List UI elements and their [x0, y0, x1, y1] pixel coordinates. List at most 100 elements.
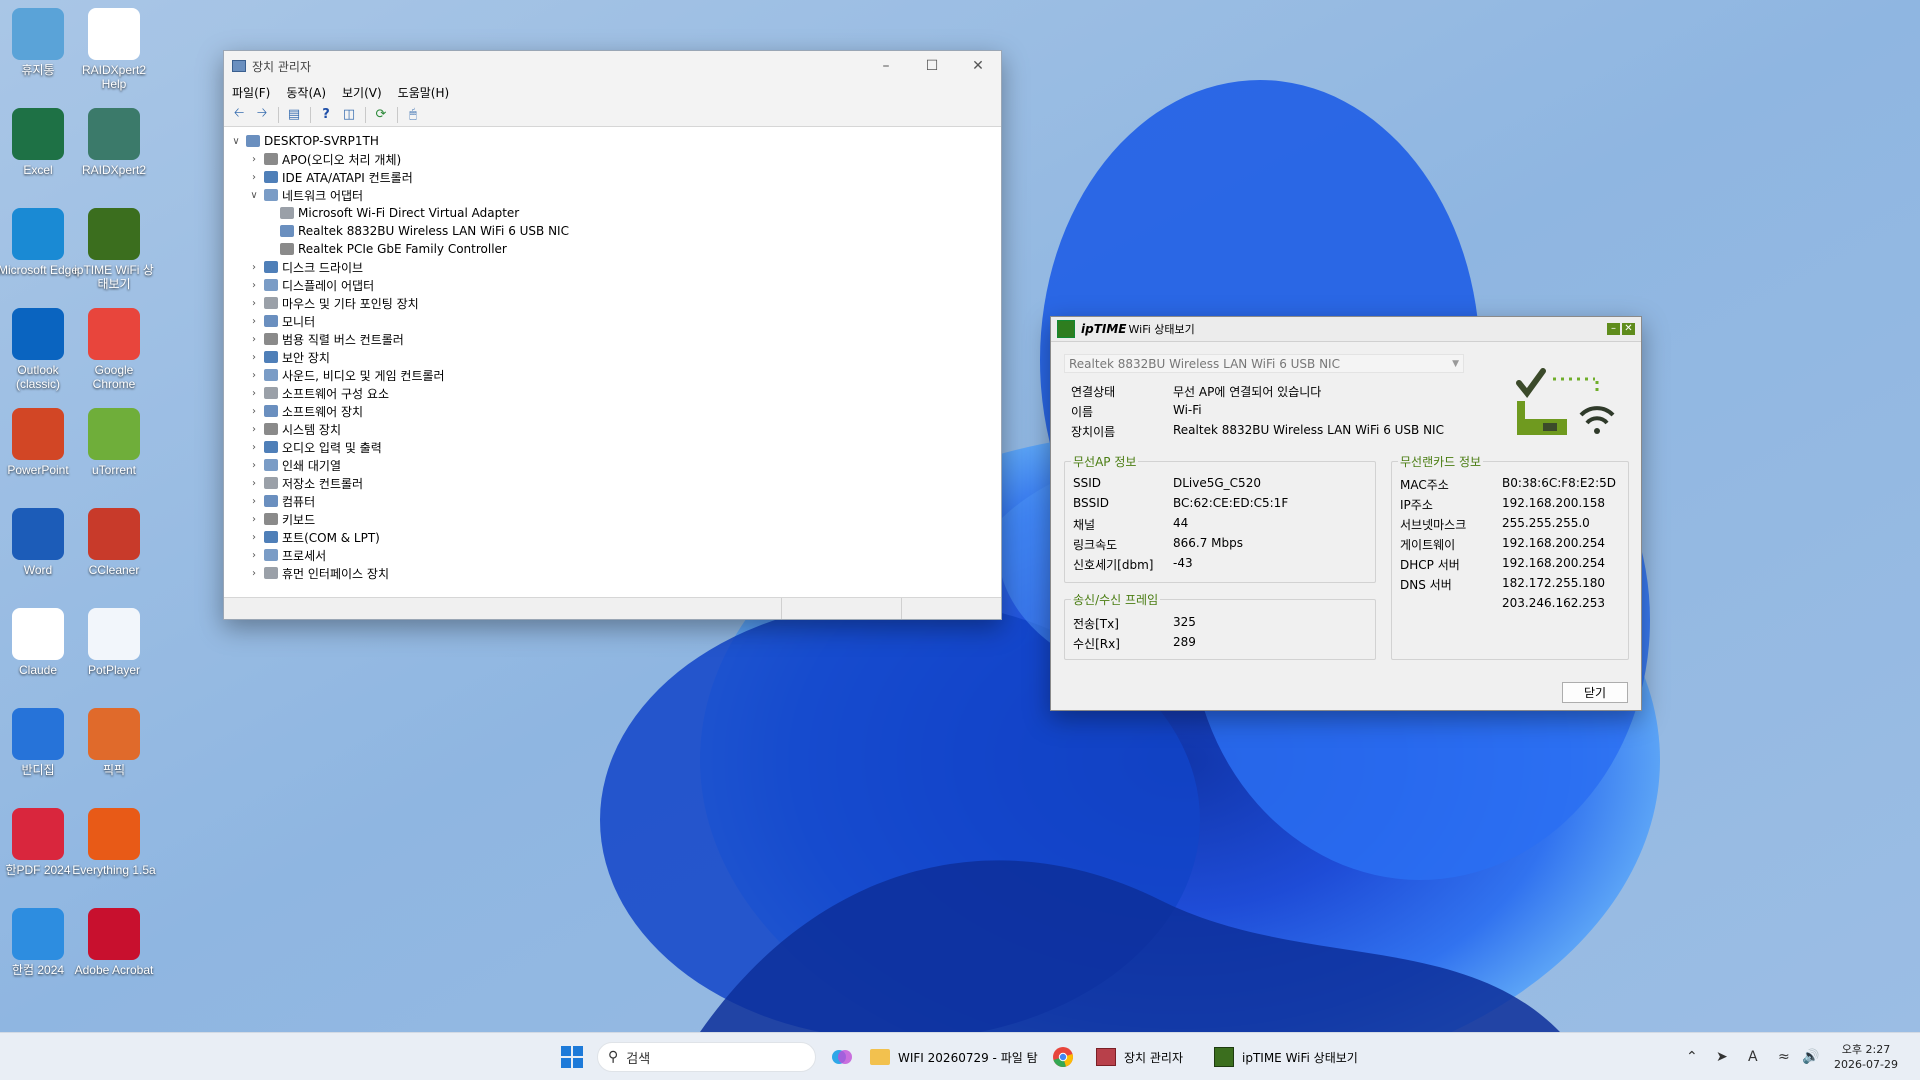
menu-action[interactable]: 동작(A): [286, 84, 326, 101]
tree-category-item[interactable]: › 포트(COM & LPT): [228, 528, 1001, 546]
tree-category-item[interactable]: › 디스플레이 어댑터: [228, 276, 1001, 294]
chevron-right-icon[interactable]: ›: [246, 478, 262, 489]
desktop-icon[interactable]: ipTIME WiFi 상태보기: [72, 208, 156, 291]
close-dialog-button[interactable]: 닫기: [1562, 682, 1628, 703]
chevron-right-icon[interactable]: ›: [246, 442, 262, 453]
copilot-button[interactable]: [826, 1033, 858, 1080]
tree-category-item[interactable]: › 모니터: [228, 312, 1001, 330]
chevron-right-icon[interactable]: ›: [246, 334, 262, 345]
wifi-icon[interactable]: ≈: [1778, 1033, 1790, 1080]
tree-category-item[interactable]: › IDE ATA/ATAPI 컨트롤러: [228, 168, 1001, 186]
system-clock[interactable]: 오후 2:27 2026-07-29: [1826, 1042, 1906, 1072]
device-tree: ∨ DESKTOP-SVRP1TH › APO(오디오 처리 개체) › IDE ATA/…: [224, 129, 1001, 597]
minimize-button[interactable]: –: [863, 51, 909, 81]
tree-category-item[interactable]: › 마우스 및 기타 포인팅 장치: [228, 294, 1001, 312]
tree-device-item[interactable]: Microsoft Wi-Fi Direct Virtual Adapter: [228, 204, 1001, 222]
chevron-right-icon[interactable]: ›: [246, 406, 262, 417]
chevron-right-icon[interactable]: ›: [246, 280, 262, 291]
desktop-icon[interactable]: Adobe Acrobat: [72, 908, 156, 977]
minimize-button[interactable]: –: [1607, 323, 1620, 335]
close-button[interactable]: ✕: [1622, 323, 1635, 335]
taskbar-app-file-explorer[interactable]: WIFI 20260729 - 파일 탐: [870, 1033, 1038, 1080]
tree-category-item[interactable]: › 프로세서: [228, 546, 1001, 564]
tree-category-item[interactable]: › 키보드: [228, 510, 1001, 528]
close-button[interactable]: ✕: [955, 51, 1001, 81]
desktop-icon[interactable]: Everything 1.5a: [72, 808, 156, 877]
desktop-icon[interactable]: Outlook (classic): [0, 308, 80, 391]
chevron-right-icon[interactable]: ›: [246, 316, 262, 327]
adapter-select[interactable]: Realtek 8832BU Wireless LAN WiFi 6 USB N…: [1064, 354, 1464, 373]
chevron-right-icon[interactable]: ›: [246, 172, 262, 183]
desktop-icon[interactable]: 반디집: [0, 708, 80, 777]
forward-icon[interactable]: 🡢: [251, 105, 273, 125]
chevron-down-icon[interactable]: ∨: [246, 190, 262, 201]
tree-category-item[interactable]: › 시스템 장치: [228, 420, 1001, 438]
desktop-icon[interactable]: Word: [0, 508, 80, 577]
tree-category-item[interactable]: › 오디오 입력 및 출력: [228, 438, 1001, 456]
chevron-right-icon[interactable]: ›: [246, 550, 262, 561]
desktop-icon[interactable]: PowerPoint: [0, 408, 80, 477]
desktop-icon[interactable]: Microsoft Edge: [0, 208, 80, 277]
chevron-right-icon[interactable]: ›: [246, 370, 262, 381]
tree-category-item[interactable]: ∨ 네트워크 어댑터: [228, 186, 1001, 204]
start-button[interactable]: [556, 1033, 588, 1080]
device-class-icon: [264, 171, 278, 183]
desktop-icon[interactable]: 한컴 2024: [0, 908, 80, 977]
location-icon[interactable]: ➤: [1716, 1033, 1728, 1080]
tree-category-item[interactable]: › 디스크 드라이브: [228, 258, 1001, 276]
back-icon[interactable]: 🡠: [228, 105, 250, 125]
desktop-icon[interactable]: 픽픽: [72, 708, 156, 777]
help-icon[interactable]: ?: [315, 105, 337, 125]
input-method-icon[interactable]: A: [1748, 1033, 1758, 1080]
update-driver-icon[interactable]: ⟳: [370, 105, 392, 125]
menu-view[interactable]: 보기(V): [342, 84, 382, 101]
tree-category-item[interactable]: › 컴퓨터: [228, 492, 1001, 510]
chevron-down-icon[interactable]: ∨: [228, 136, 244, 147]
chevron-right-icon[interactable]: ›: [246, 568, 262, 579]
desktop-icon[interactable]: Claude: [0, 608, 80, 677]
desktop-icon[interactable]: Excel: [0, 108, 80, 177]
chevron-right-icon[interactable]: ›: [246, 532, 262, 543]
volume-icon[interactable]: 🔊: [1802, 1033, 1819, 1080]
chevron-right-icon[interactable]: ›: [246, 424, 262, 435]
tree-root-computer[interactable]: ∨ DESKTOP-SVRP1TH: [228, 132, 1001, 150]
show-hidden-icons-button[interactable]: ⌃: [1686, 1033, 1698, 1080]
chevron-right-icon[interactable]: ›: [246, 298, 262, 309]
chevron-right-icon[interactable]: ›: [246, 388, 262, 399]
maximize-button[interactable]: ☐: [909, 51, 955, 81]
chevron-right-icon[interactable]: ›: [246, 460, 262, 471]
desktop-icon[interactable]: RAIDXpert2 Help: [72, 8, 156, 91]
properties-icon[interactable]: ▤: [283, 105, 305, 125]
search-input[interactable]: ⚲ 검색: [597, 1042, 816, 1072]
menu-help[interactable]: 도움말(H): [398, 84, 450, 101]
tree-category-item[interactable]: › 보안 장치: [228, 348, 1001, 366]
desktop-icon[interactable]: 한PDF 2024: [0, 808, 80, 877]
tree-category-item[interactable]: › 저장소 컨트롤러: [228, 474, 1001, 492]
scan-hardware-icon[interactable]: 🖱: [402, 105, 424, 125]
tree-category-item[interactable]: › 소프트웨어 장치: [228, 402, 1001, 420]
tree-category-item[interactable]: › 사운드, 비디오 및 게임 컨트롤러: [228, 366, 1001, 384]
tree-category-item[interactable]: › 소프트웨어 구성 요소: [228, 384, 1001, 402]
tree-device-item[interactable]: Realtek 8832BU Wireless LAN WiFi 6 USB N…: [228, 222, 1001, 240]
chevron-right-icon[interactable]: ›: [246, 262, 262, 273]
desktop-icon[interactable]: uTorrent: [72, 408, 156, 477]
menu-file[interactable]: 파일(F): [232, 84, 270, 101]
desktop-icon[interactable]: CCleaner: [72, 508, 156, 577]
taskbar-app-iptime[interactable]: ipTIME WiFi 상태보기: [1214, 1033, 1358, 1080]
desktop-icon[interactable]: 휴지통: [0, 8, 80, 77]
desktop-icon[interactable]: Google Chrome: [72, 308, 156, 391]
tree-device-item[interactable]: Realtek PCIe GbE Family Controller: [228, 240, 1001, 258]
tree-category-item[interactable]: › 범용 직렬 버스 컨트롤러: [228, 330, 1001, 348]
taskbar-app-chrome[interactable]: [1052, 1033, 1074, 1080]
taskbar-app-device-manager[interactable]: 장치 관리자: [1096, 1033, 1183, 1080]
desktop-icon[interactable]: RAIDXpert2: [72, 108, 156, 177]
desktop-icon[interactable]: PotPlayer: [72, 608, 156, 677]
tree-category-item[interactable]: › APO(오디오 처리 개체): [228, 150, 1001, 168]
view-icon[interactable]: ◫: [338, 105, 360, 125]
tree-category-item[interactable]: › 휴먼 인터페이스 장치: [228, 564, 1001, 582]
chevron-right-icon[interactable]: ›: [246, 496, 262, 507]
chevron-right-icon[interactable]: ›: [246, 352, 262, 363]
chevron-right-icon[interactable]: ›: [246, 514, 262, 525]
chevron-right-icon[interactable]: ›: [246, 154, 262, 165]
tree-category-item[interactable]: › 인쇄 대기열: [228, 456, 1001, 474]
